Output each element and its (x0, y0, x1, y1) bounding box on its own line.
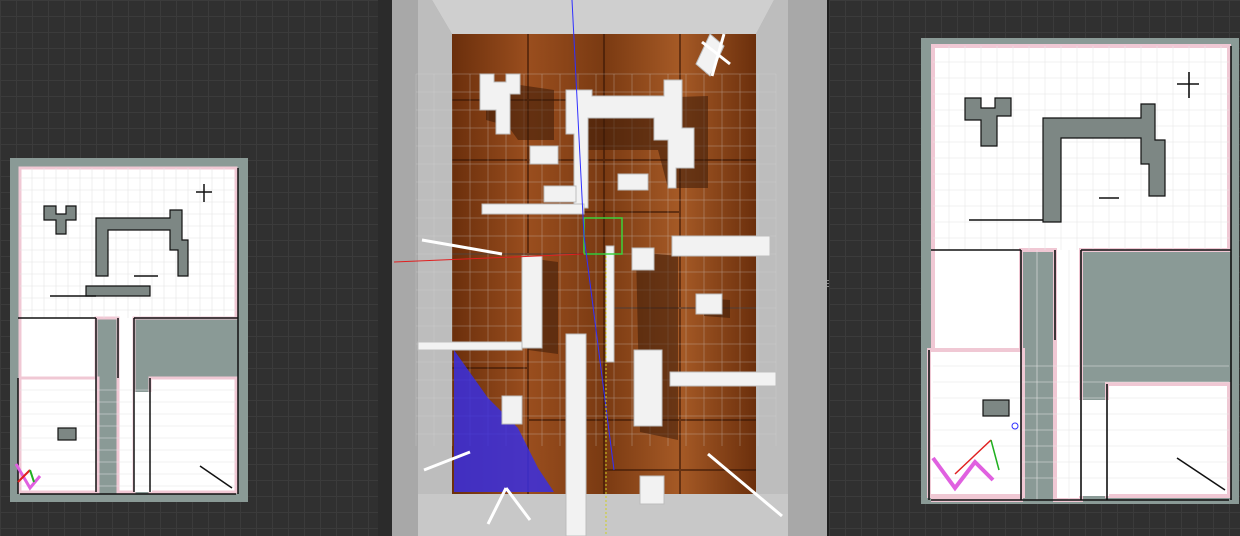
wall-top (432, 0, 774, 34)
right-map-viewport[interactable] (829, 0, 1240, 536)
wall-right (756, 0, 788, 520)
wall-bottom (418, 494, 788, 536)
right-occupancy-map (921, 38, 1239, 504)
left-occupancy-map (10, 158, 248, 502)
simulation-scene (392, 0, 828, 536)
left-map-viewport[interactable] (0, 0, 378, 536)
map-free-space-room (148, 376, 238, 494)
center-3d-viewport[interactable] (378, 0, 829, 536)
map-free-space-room (1105, 382, 1231, 498)
map-free-corridor (1079, 400, 1109, 496)
